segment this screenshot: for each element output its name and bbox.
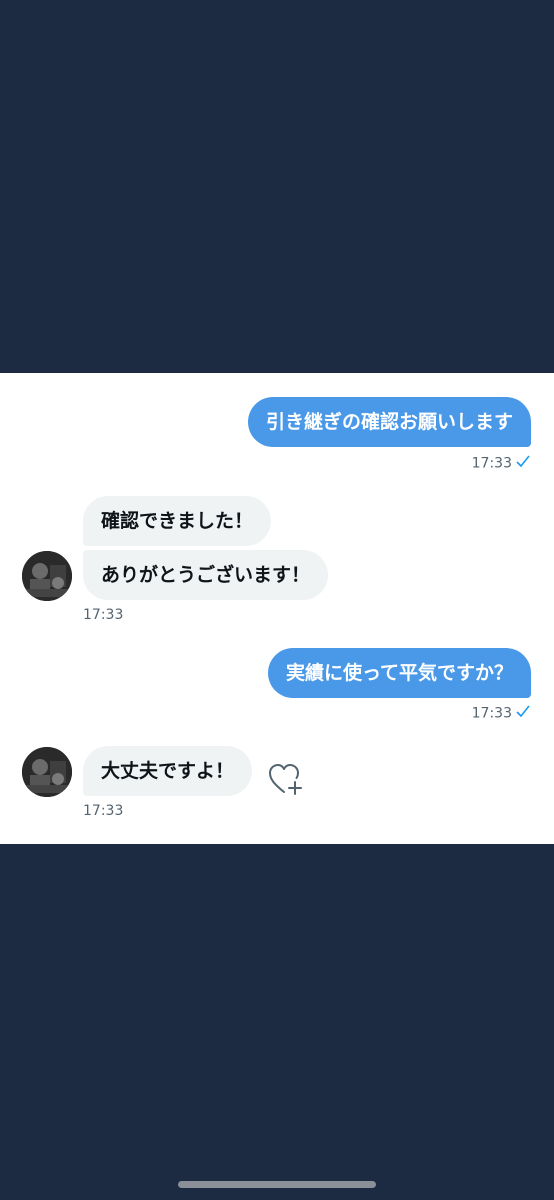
message-timestamp: 17:33 [471, 455, 512, 472]
user-avatar[interactable] [22, 551, 72, 601]
message-bubble-incoming[interactable]: 大丈夫ですよ！ [83, 746, 253, 796]
chat-panel: 引き継ぎの確認お願いします 17:33 確認できました！ ありがとうございます！… [0, 373, 554, 844]
message-text: 大丈夫ですよ！ [101, 760, 235, 782]
message-timestamp: 17:33 [471, 705, 512, 722]
home-indicator[interactable] [178, 1181, 376, 1188]
message-bubble-outgoing[interactable]: 実績に使って平気ですか？ [267, 648, 531, 698]
heart-plus-icon[interactable] [268, 763, 304, 797]
message-meta: 17:33 [472, 704, 530, 723]
user-avatar[interactable] [22, 747, 72, 797]
message-timestamp: 17:33 [83, 803, 124, 819]
message-bubble-incoming[interactable]: ありがとうございます！ [83, 550, 329, 600]
message-text: 実績に使って平気ですか？ [285, 662, 513, 684]
message-timestamp: 17:33 [83, 607, 124, 623]
message-text: 引き継ぎの確認お願いします [265, 411, 513, 433]
message-meta: 17:33 [472, 454, 530, 473]
message-bubble-incoming[interactable]: 確認できました！ [83, 496, 272, 546]
message-bubble-outgoing[interactable]: 引き継ぎの確認お願いします [247, 397, 531, 447]
message-text: ありがとうございます！ [101, 564, 311, 586]
checkmark-icon [516, 704, 530, 723]
checkmark-icon [516, 454, 530, 473]
screen: 引き継ぎの確認お願いします 17:33 確認できました！ ありがとうございます！… [0, 0, 554, 1200]
message-text: 確認できました！ [101, 510, 254, 532]
